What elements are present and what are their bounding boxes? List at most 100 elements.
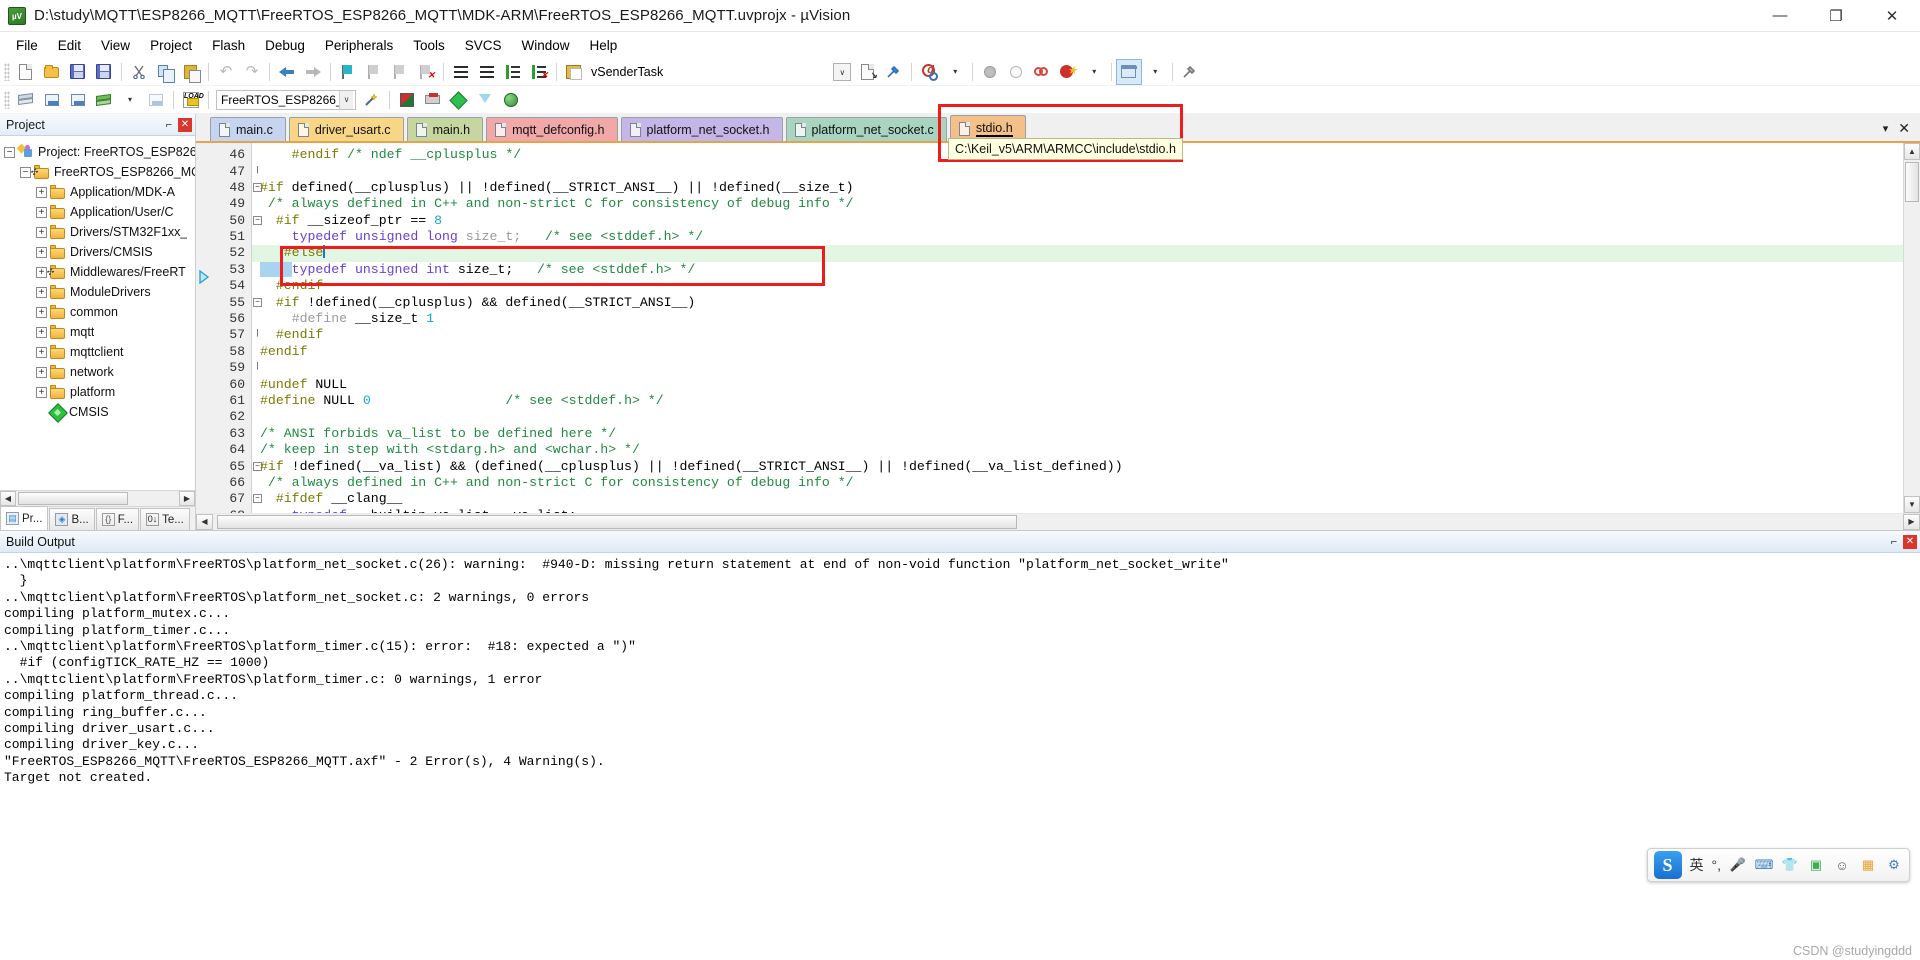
scroll-left-arrow-icon[interactable]: ◀ [0,491,16,506]
editor-tab-platform-net-socket-h[interactable]: platform_net_socket.h [620,117,783,142]
debug-session-button[interactable] [917,60,941,84]
hscroll-track[interactable] [213,513,1903,530]
project-pane-tab[interactable]: ◈ B... [49,508,95,530]
scroll-right-arrow-icon[interactable]: ▶ [1903,513,1920,530]
menu-window[interactable]: Window [511,35,579,56]
code-line[interactable]: typedef __builtin_va_list __va_list; [252,508,1903,513]
vscroll-track[interactable] [1904,160,1920,496]
hscroll-thumb[interactable] [18,492,128,505]
target-options-button[interactable] [395,88,419,112]
batch-build-dropdown[interactable]: ▾ [118,88,142,112]
pin-button[interactable]: ⌐ [1887,535,1901,549]
cut-button[interactable] [127,60,151,84]
batch-build-button[interactable] [92,88,116,112]
toolbar-grip[interactable] [4,90,10,109]
tree-item[interactable]: + Application/MDK-A [4,182,195,202]
minimize-button[interactable]: — [1752,0,1808,32]
menu-debug[interactable]: Debug [255,35,315,56]
code-line[interactable]: #ifdef __clang__ [252,491,1903,507]
undo-button[interactable]: ↶ [214,60,238,84]
tree-item[interactable]: + mqttclient [4,342,195,362]
close-build-output-button[interactable]: ✕ [1903,534,1917,549]
code-text[interactable]: #endif /* ndef __cplusplus */ #if define… [252,143,1903,513]
grid-icon[interactable]: ▦ [1859,856,1877,874]
ime-mode-label[interactable]: 英 [1690,855,1704,875]
menu-file[interactable]: File [6,35,48,56]
insert-template-button[interactable] [562,60,586,84]
vscroll-thumb[interactable] [1905,162,1919,203]
manage-targets-button[interactable] [360,88,384,112]
tree-item[interactable]: + ModuleDrivers [4,282,195,302]
sogou-logo-icon[interactable]: S [1653,851,1682,879]
tree-item[interactable]: CMSIS [4,402,195,422]
tree-item[interactable]: − ✣ FreeRTOS_ESP8266_MQ [4,162,195,182]
tshirt-icon[interactable]: 👕 [1781,856,1799,874]
expand-toggle-icon[interactable]: + [36,326,47,338]
debug-dropdown-button[interactable]: ▾ [943,60,967,84]
tree-item[interactable]: − Project: FreeRTOS_ESP8266_ [4,142,195,162]
pack-browser-button[interactable] [499,88,523,112]
tree-item[interactable]: + mqtt [4,322,195,342]
tree-item[interactable]: + ✣ Middlewares/FreeRT [4,262,195,282]
expand-toggle-icon[interactable]: + [36,366,47,378]
navigate-back-button[interactable] [275,60,299,84]
open-file-button[interactable] [40,60,64,84]
code-line[interactable]: /* always defined in C++ and non-strict … [252,475,1903,491]
dropdown-breakpoints-button[interactable]: ▾ [1082,60,1106,84]
code-line[interactable]: #endif [252,327,1903,343]
menu-flash[interactable]: Flash [202,35,255,56]
copy-button[interactable] [153,60,177,84]
redo-button[interactable]: ↷ [240,60,264,84]
microphone-icon[interactable]: 🎤 [1729,856,1747,874]
navigate-forward-button[interactable] [301,60,325,84]
stop-build-button[interactable] [144,88,168,112]
save-all-button[interactable] [92,60,116,84]
expand-toggle-icon[interactable]: + [36,246,47,258]
comment-button[interactable] [501,60,525,84]
scroll-up-arrow-icon[interactable]: ▲ [1904,143,1920,161]
insert-breakpoint-button[interactable] [978,60,1002,84]
menu-view[interactable]: View [91,35,140,56]
translate-button[interactable] [14,88,38,112]
pin-button[interactable]: ⌐ [162,118,176,132]
code-line[interactable]: #if !defined(__cplusplus) && defined(__S… [252,295,1903,311]
manage-components-button[interactable] [421,88,445,112]
expand-toggle-icon[interactable]: + [36,226,47,238]
code-line[interactable]: #else [252,245,1903,262]
close-button[interactable]: ✕ [1864,0,1920,32]
menu-edit[interactable]: Edit [48,35,91,56]
project-pane-tab[interactable]: ▤ Pr... [0,506,49,530]
code-line[interactable]: #endif [252,344,1903,360]
paste-button[interactable] [179,60,203,84]
ime-punctuation-label[interactable]: °, [1712,857,1722,873]
download-button[interactable]: LOAD [179,88,204,112]
hscroll-thumb[interactable] [217,514,1017,529]
smiley-icon[interactable]: ☺ [1833,856,1851,874]
expand-toggle-icon[interactable]: + [36,306,47,318]
keyboard-icon[interactable]: ⌨ [1755,856,1774,874]
code-line[interactable]: #undef NULL [252,377,1903,393]
disable-all-breakpoints-button[interactable] [1030,60,1054,84]
code-line[interactable]: /* always defined in C++ and non-strict … [252,196,1903,212]
window-layout-dropdown[interactable]: ▾ [1143,60,1167,84]
filter-button[interactable] [473,88,497,112]
target-dropdown-button[interactable]: ∨ [830,60,854,84]
expand-toggle-icon[interactable]: + [36,286,47,298]
build-button[interactable] [40,88,64,112]
code-viewport[interactable]: 46 47 | 48−49 50−51 52 53 54 55−56 57 | 58 59 | 60 61 62… [196,143,1903,513]
window-layout-button[interactable] [1116,58,1143,85]
project-pane-tabs[interactable]: ▤ Pr... ◈ B...{} F... 0↓ Te... [0,506,195,530]
scroll-left-arrow-icon[interactable]: ◀ [196,513,213,530]
prev-bookmark-button[interactable] [362,60,386,84]
kill-all-breakpoints-button[interactable]: ★ [1056,60,1080,84]
configure-button[interactable] [1178,60,1202,84]
expand-toggle-icon[interactable]: + [36,206,47,218]
project-pane-tab[interactable]: {} F... [95,508,140,530]
disable-breakpoint-button[interactable] [1004,60,1028,84]
code-line[interactable] [252,360,1903,376]
chevron-down-icon[interactable]: ∨ [339,90,353,109]
ime-toolbar[interactable]: S 英 °, 🎤 ⌨ 👕 ▣ ☺ ▦ ⚙ [1646,848,1910,882]
tree-item[interactable]: + Drivers/STM32F1xx_ [4,222,195,242]
save-button[interactable] [66,60,90,84]
tree-item[interactable]: + Drivers/CMSIS [4,242,195,262]
